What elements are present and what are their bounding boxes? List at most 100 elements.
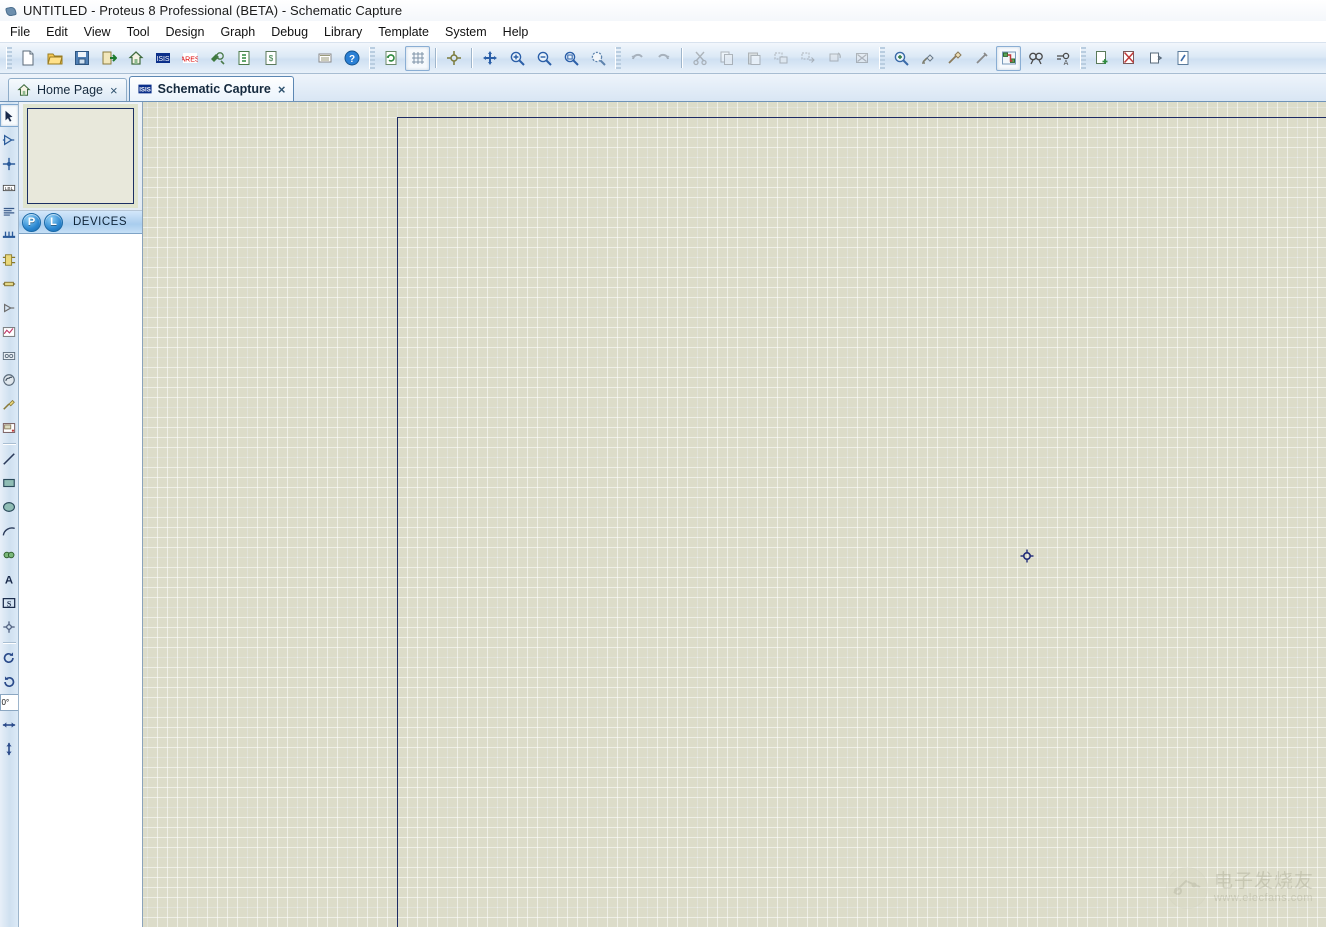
rail-separator	[2, 642, 16, 643]
mirror-vertical-icon[interactable]	[0, 737, 18, 760]
menu-system[interactable]: System	[437, 23, 495, 41]
bill-of-materials-icon[interactable]	[1170, 46, 1195, 71]
terminal-mode-icon[interactable]	[0, 272, 18, 295]
arc-tool-icon[interactable]	[0, 519, 18, 542]
toolbar-gripper[interactable]	[6, 47, 12, 69]
toolbar-gripper[interactable]	[369, 47, 375, 69]
proteus-window: UNTITLED - Proteus 8 Professional (BETA)…	[0, 0, 1326, 927]
mode-tool-rail: LBL A S 0°	[0, 102, 19, 927]
packaging-tool-icon[interactable]	[942, 46, 967, 71]
box-tool-icon[interactable]	[0, 471, 18, 494]
3d-viewer-icon[interactable]	[204, 46, 229, 71]
new-file-icon[interactable]	[15, 46, 40, 71]
proteus-app-icon	[4, 4, 18, 18]
circle-tool-icon[interactable]	[0, 495, 18, 518]
pick-device-icon[interactable]	[888, 46, 913, 71]
menu-template[interactable]: Template	[370, 23, 437, 41]
zoom-out-icon[interactable]	[531, 46, 556, 71]
svg-text:$: $	[268, 54, 273, 63]
junction-dot-icon[interactable]	[0, 152, 18, 175]
devices-list[interactable]	[19, 234, 142, 927]
tape-recorder-icon[interactable]	[0, 344, 18, 367]
toolbar-gripper[interactable]	[879, 47, 885, 69]
rail-separator	[2, 443, 16, 444]
voltage-probe-icon[interactable]	[0, 392, 18, 415]
library-manager-button[interactable]: L	[44, 212, 63, 232]
new-sheet-icon[interactable]	[1089, 46, 1114, 71]
help-group: ?	[338, 46, 365, 71]
zoom-area-icon[interactable]	[585, 46, 610, 71]
zoom-in-icon[interactable]	[504, 46, 529, 71]
help-icon[interactable]: ?	[339, 46, 364, 71]
remove-sheet-icon[interactable]	[1116, 46, 1141, 71]
undo-icon	[624, 46, 649, 71]
menu-design[interactable]: Design	[158, 23, 213, 41]
save-icon[interactable]	[69, 46, 94, 71]
selection-arrow-icon[interactable]	[0, 104, 18, 127]
make-device-icon[interactable]	[915, 46, 940, 71]
exit-sheet-icon[interactable]	[1143, 46, 1168, 71]
home-icon[interactable]	[123, 46, 148, 71]
close-icon[interactable]: ×	[109, 84, 119, 97]
toolbar-separator	[681, 48, 682, 68]
redraw-icon[interactable]	[378, 46, 403, 71]
menu-help[interactable]: Help	[495, 23, 537, 41]
rotate-cw-icon[interactable]	[0, 646, 18, 669]
bom-icon[interactable]: $	[258, 46, 283, 71]
rotate-ccw-icon[interactable]	[0, 670, 18, 693]
copy-icon	[714, 46, 739, 71]
schematic-canvas[interactable]: 电子发烧友 www.elecfans.com	[143, 102, 1326, 927]
graph-mode-icon[interactable]	[0, 320, 18, 343]
symbol-tool-icon[interactable]: S	[0, 591, 18, 614]
pick-devices-button[interactable]: P	[22, 212, 41, 232]
toolbar-gripper[interactable]	[1080, 47, 1086, 69]
menu-tool[interactable]: Tool	[119, 23, 158, 41]
menu-edit[interactable]: Edit	[38, 23, 76, 41]
line-tool-icon[interactable]	[0, 447, 18, 470]
pan-icon[interactable]	[477, 46, 502, 71]
menu-graph[interactable]: Graph	[212, 23, 263, 41]
bill-icon[interactable]	[285, 46, 310, 71]
tab-home-page[interactable]: Home Page ×	[8, 78, 127, 101]
menu-library[interactable]: Library	[316, 23, 370, 41]
device-pin-icon[interactable]	[0, 296, 18, 319]
open-folder-icon[interactable]	[42, 46, 67, 71]
text-tool-icon[interactable]: A	[0, 567, 18, 590]
toolbar-separator	[435, 48, 436, 68]
isis-icon[interactable]: ISIS	[150, 46, 175, 71]
path-tool-icon[interactable]	[0, 543, 18, 566]
origin-icon[interactable]	[441, 46, 466, 71]
menu-file[interactable]: File	[2, 23, 38, 41]
grid-toggle-icon[interactable]	[405, 45, 430, 71]
close-icon[interactable]: ×	[277, 83, 287, 96]
menu-view[interactable]: View	[76, 23, 119, 41]
svg-text:A: A	[1063, 60, 1068, 66]
bus-mode-icon[interactable]	[0, 224, 18, 247]
sheet-group	[1088, 46, 1196, 71]
subcircuit-icon[interactable]	[0, 248, 18, 271]
marker-tool-icon[interactable]	[0, 615, 18, 638]
search-tag-icon[interactable]	[1023, 46, 1048, 71]
generator-mode-icon[interactable]	[0, 368, 18, 391]
rotation-angle-field[interactable]: 0°	[0, 694, 18, 711]
mirror-horizontal-icon[interactable]	[0, 713, 18, 736]
overview-panel[interactable]	[19, 102, 142, 211]
design-explorer-icon[interactable]	[231, 46, 256, 71]
svg-text:LBL: LBL	[5, 185, 14, 191]
virtual-instrument-icon[interactable]	[0, 416, 18, 439]
wire-label-icon[interactable]: LBL	[0, 176, 18, 199]
tab-schematic-capture[interactable]: ISIS Schematic Capture ×	[128, 76, 295, 101]
decompose-icon[interactable]	[969, 46, 994, 71]
file-group	[14, 46, 122, 71]
property-assignment-icon[interactable]: A	[1050, 46, 1075, 71]
component-mode-icon[interactable]	[0, 128, 18, 151]
library-group	[887, 46, 995, 71]
auto-router-icon[interactable]	[996, 45, 1021, 71]
zoom-all-icon[interactable]	[558, 46, 583, 71]
toolbar-gripper[interactable]	[615, 47, 621, 69]
menu-debug[interactable]: Debug	[263, 23, 316, 41]
text-script-icon[interactable]	[0, 200, 18, 223]
report-list-icon[interactable]	[312, 46, 337, 71]
ares-icon[interactable]: ARES	[177, 46, 202, 71]
import-export-icon[interactable]	[96, 46, 121, 71]
